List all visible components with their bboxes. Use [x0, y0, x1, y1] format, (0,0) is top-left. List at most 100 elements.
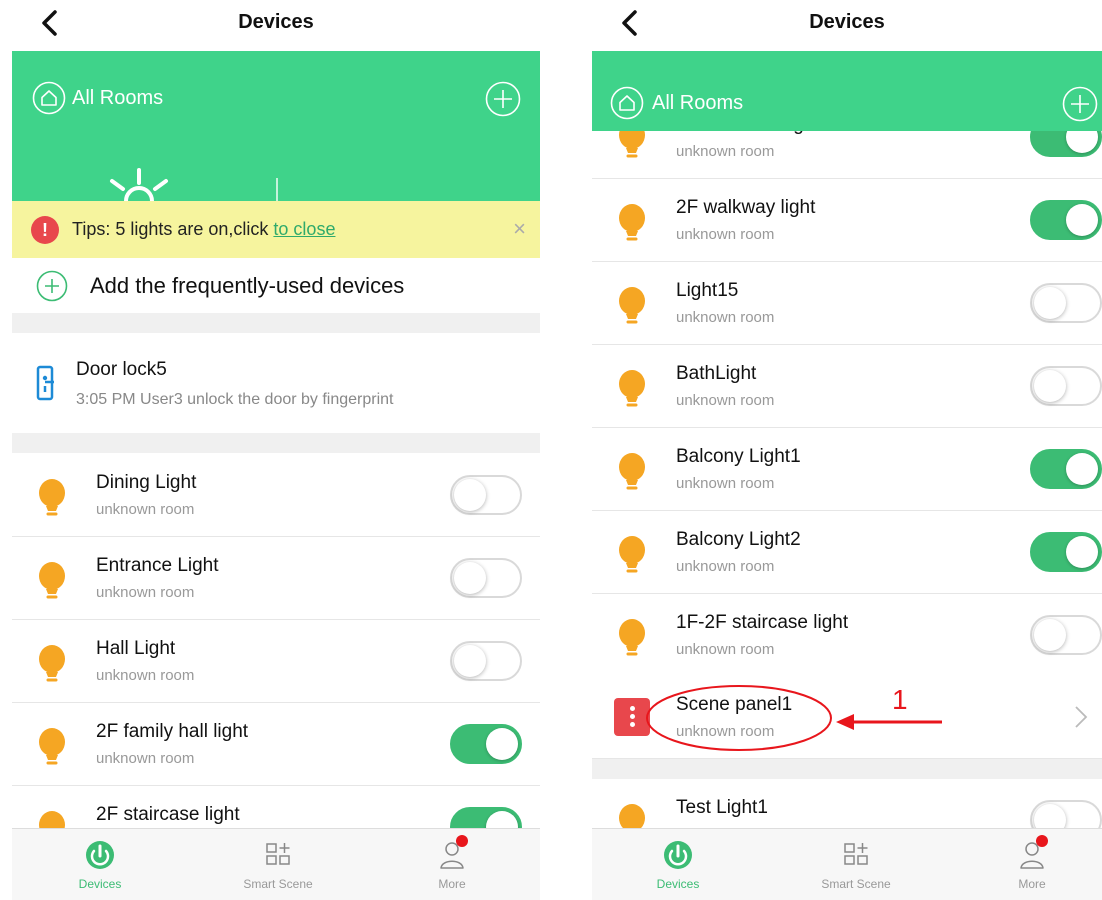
home-icon[interactable] — [32, 81, 66, 115]
toggle-knob — [1034, 619, 1066, 651]
device-room: unknown room — [676, 143, 775, 160]
header-divider — [276, 178, 278, 201]
light-bulb-icon — [619, 536, 645, 573]
add-room-plus-icon[interactable] — [1062, 86, 1098, 122]
tab-smart-scene[interactable]: Smart Scene — [218, 837, 338, 891]
light-bulb-icon — [39, 645, 65, 682]
device-row[interactable]: 2F walkway light unknown room — [592, 179, 1102, 262]
left-phone-screen: Devices All Rooms ! Tips: 5 lights are o… — [12, 0, 540, 900]
device-name: Light15 — [676, 280, 739, 301]
tips-text: Tips: 5 lights are on,click to close — [72, 219, 335, 240]
device-row[interactable]: Balcony Light1 unknown room — [592, 428, 1102, 511]
all-rooms-label[interactable]: All Rooms — [72, 87, 163, 110]
toggle-switch[interactable] — [450, 558, 522, 598]
add-frequent-devices-label[interactable]: Add the frequently-used devices — [90, 273, 404, 299]
close-icon[interactable]: × — [513, 216, 526, 242]
tab-more[interactable]: More — [392, 835, 512, 891]
device-room: unknown room — [676, 558, 775, 575]
device-name: 2F family hall light — [96, 721, 249, 742]
tab-bar: Devices Smart Scene More — [12, 828, 540, 900]
annotation-ellipse — [646, 685, 832, 751]
light-bulb-icon — [39, 479, 65, 516]
device-row[interactable]: Hall Light unknown room — [12, 620, 540, 703]
notification-badge — [456, 835, 468, 847]
toggle-knob — [1034, 287, 1066, 319]
warning-icon: ! — [31, 216, 59, 244]
add-room-plus-icon[interactable] — [485, 81, 521, 117]
device-row[interactable]: Entrance Light unknown room — [12, 537, 540, 620]
rooms-header: All Rooms — [592, 51, 1102, 131]
add-frequent-devices-row[interactable]: Add the frequently-used devices — [12, 258, 540, 312]
nav-bar: Devices — [592, 0, 1102, 46]
toggle-switch[interactable] — [1030, 200, 1102, 240]
device-name: BathLight — [676, 363, 757, 384]
section-separator — [12, 313, 540, 333]
device-room: unknown room — [676, 475, 775, 492]
tab-label: Devices — [656, 877, 700, 891]
device-room: unknown room — [96, 667, 195, 684]
device-room: unknown room — [96, 501, 195, 518]
tips-banner: ! Tips: 5 lights are on,click to close × — [12, 201, 540, 258]
annotation-number: 1 — [892, 684, 908, 715]
device-row[interactable]: Balcony Light2 unknown room — [592, 511, 1102, 594]
tab-bar: Devices Smart Scene More — [592, 828, 1102, 900]
toggle-knob — [454, 562, 486, 594]
notification-badge — [1036, 835, 1048, 847]
device-room: unknown room — [96, 750, 195, 767]
device-row[interactable]: Dining Light unknown room — [12, 454, 540, 537]
tab-more[interactable]: More — [972, 835, 1092, 891]
device-row[interactable]: BathLight unknown room — [592, 345, 1102, 428]
device-room: unknown room — [676, 641, 775, 658]
toggle-switch[interactable] — [1030, 532, 1102, 572]
light-bulb-icon — [619, 287, 645, 324]
toggle-switch[interactable] — [1030, 615, 1102, 655]
toggle-switch[interactable] — [1030, 283, 1102, 323]
toggle-switch[interactable] — [1030, 449, 1102, 489]
tab-devices[interactable]: Devices — [40, 837, 160, 891]
device-room: unknown room — [676, 309, 775, 326]
section-separator — [12, 433, 540, 453]
tab-label: More — [438, 877, 466, 891]
toggle-knob — [1066, 204, 1098, 236]
device-name: Dining Light — [96, 472, 197, 493]
tips-close-link[interactable]: to close — [273, 219, 335, 239]
right-phone-screen: Devices All Rooms 2F staircase lightunkn… — [592, 0, 1102, 900]
annotation-overlay — [646, 685, 942, 751]
light-bulb-icon — [39, 728, 65, 765]
scene-grid-icon — [844, 843, 868, 865]
toggle-switch[interactable] — [450, 641, 522, 681]
tab-smart-scene[interactable]: Smart Scene — [796, 837, 916, 891]
light-bulb-icon — [619, 370, 645, 407]
device-name: 2F staircase light — [96, 804, 240, 825]
rooms-header: All Rooms — [12, 51, 540, 201]
all-rooms-label[interactable]: All Rooms — [652, 92, 743, 115]
device-room: unknown room — [96, 584, 195, 601]
tab-devices[interactable]: Devices — [618, 837, 738, 891]
scene-grid-icon — [266, 843, 290, 865]
toggle-knob — [1066, 536, 1098, 568]
toggle-switch[interactable] — [450, 724, 522, 764]
section-separator — [592, 759, 1102, 779]
tab-label: More — [1018, 877, 1046, 891]
tips-message: Tips: 5 lights are on,click — [72, 219, 274, 239]
light-bulb-icon — [619, 204, 645, 241]
toggle-switch[interactable] — [1030, 366, 1102, 406]
toggle-knob — [1066, 453, 1098, 485]
tab-label: Devices — [78, 877, 122, 891]
device-row[interactable]: Light15 unknown room — [592, 262, 1102, 345]
page-title: Devices — [238, 11, 314, 33]
toggle-knob — [454, 645, 486, 677]
device-row[interactable]: 2F family hall light unknown room — [12, 703, 540, 786]
power-icon — [86, 841, 114, 869]
add-circle-icon[interactable] — [36, 270, 68, 302]
home-icon[interactable] — [610, 86, 644, 120]
door-lock-row[interactable]: Door lock5 3:05 PM User3 unlock the door… — [12, 333, 540, 433]
light-bulb-icon — [39, 562, 65, 599]
sun-icon — [110, 168, 168, 201]
device-row[interactable]: 1F-2F staircase light unknown room — [592, 594, 1102, 677]
nav-bar: Devices — [12, 0, 540, 46]
door-lock-name: Door lock5 — [76, 359, 167, 380]
toggle-switch[interactable] — [450, 475, 522, 515]
device-name: 1F-2F staircase light — [676, 612, 849, 633]
light-bulb-icon — [619, 619, 645, 656]
